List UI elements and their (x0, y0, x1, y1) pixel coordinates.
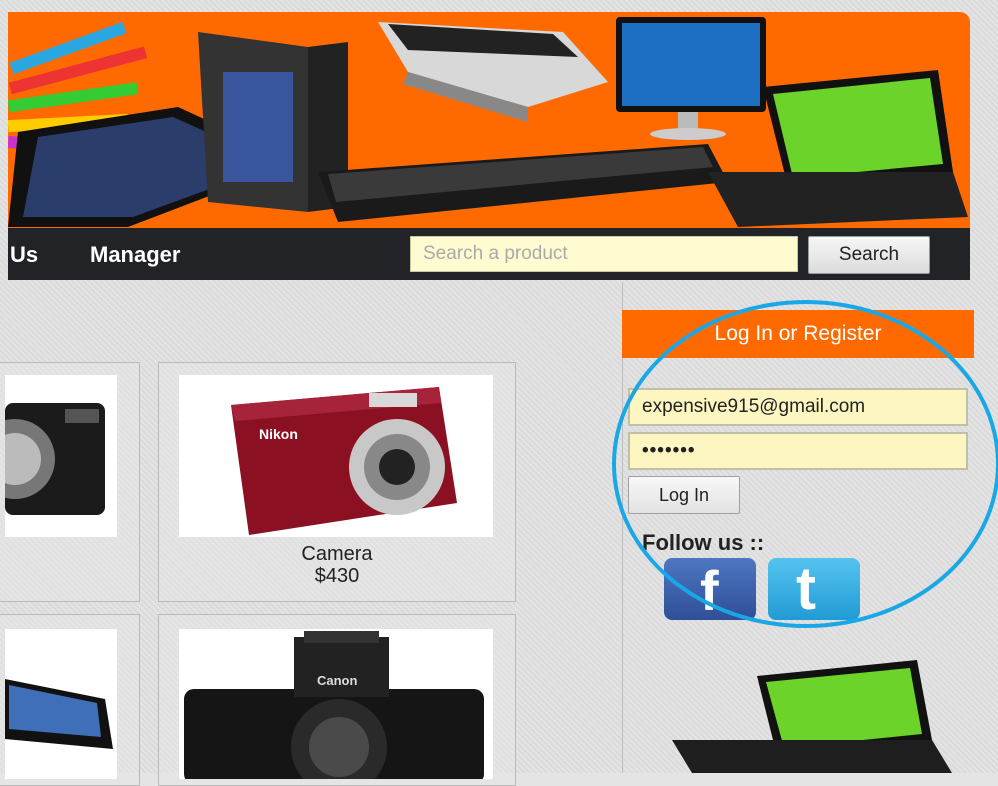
monitor-graphic (616, 17, 766, 140)
product-image-black-camera (5, 375, 117, 537)
svg-text:Nikon: Nikon (259, 426, 298, 442)
nav-item-manager[interactable]: Manager (90, 242, 180, 268)
login-heading: Log In or Register (622, 310, 974, 358)
product-image-phone (5, 629, 117, 779)
product-name: Camera (301, 543, 373, 565)
header-banner (8, 12, 970, 228)
email-field[interactable] (628, 388, 968, 426)
follow-us-heading: Follow us :: (642, 530, 765, 555)
product-card-partial-2[interactable] (0, 614, 140, 786)
search-input[interactable] (410, 236, 798, 272)
product-card-canon[interactable]: Canon (158, 614, 516, 786)
facebook-icon: f (700, 559, 719, 622)
login-button[interactable]: Log In (628, 476, 740, 514)
product-card-camera[interactable]: Nikon Camera $430 (158, 362, 516, 602)
twitter-button[interactable]: t (768, 555, 860, 622)
laptop-promo-image (672, 658, 952, 773)
keyboard-graphic (318, 144, 728, 222)
facebook-button[interactable]: f (664, 558, 756, 622)
password-field[interactable] (628, 432, 968, 470)
twitter-icon: t (796, 555, 816, 622)
search-button[interactable]: Search (808, 236, 930, 274)
nav-item-about-us[interactable]: Us (10, 242, 38, 268)
svg-text:Canon: Canon (317, 673, 358, 688)
product-image-nikon-camera: Nikon (179, 375, 493, 537)
scanner-graphic (378, 22, 608, 122)
product-image-canon-camera: Canon (179, 629, 493, 779)
product-price: $430 (314, 565, 360, 587)
product-card-partial-1[interactable] (0, 362, 140, 602)
banner-devices-illustration (8, 17, 968, 227)
